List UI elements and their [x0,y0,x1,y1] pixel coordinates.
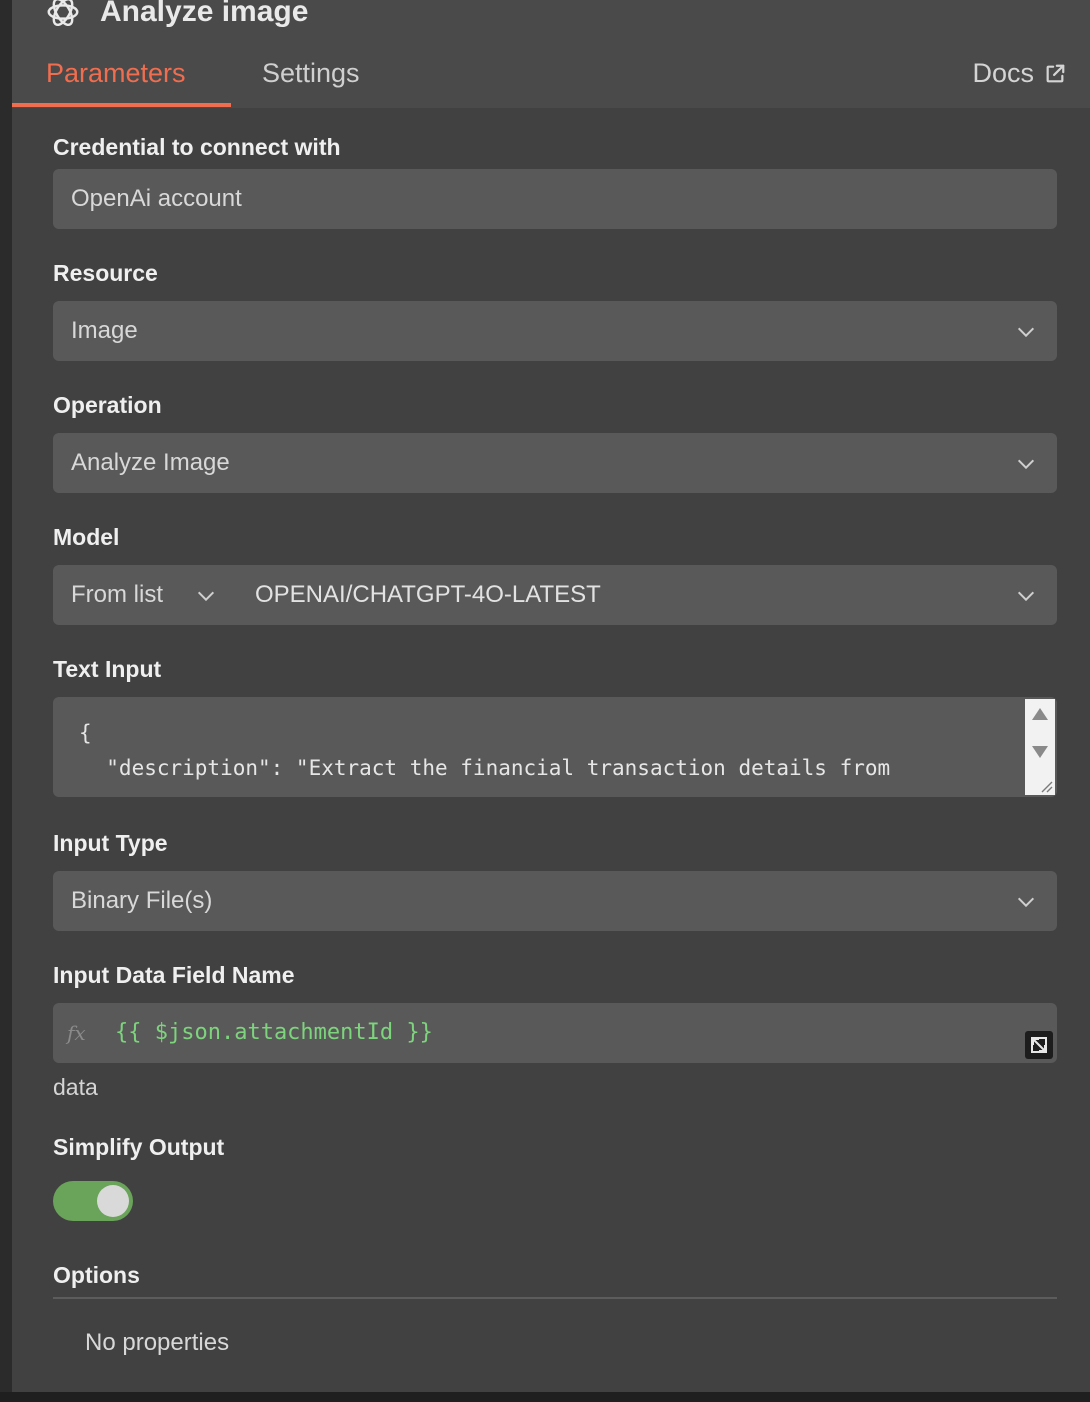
resource-select[interactable]: Image [53,301,1057,361]
credential-value: OpenAi account [71,185,242,212]
docs-link[interactable]: Docs [972,58,1066,89]
options-label: Options [53,1262,140,1288]
tab-parameters[interactable]: Parameters [46,58,186,89]
no-properties-text: No properties [85,1329,230,1356]
chevron-down-icon[interactable] [195,585,217,607]
code-line: { [79,721,92,745]
resource-label: Resource [53,260,158,286]
text-input-scrollbar[interactable] [1025,699,1055,795]
chevron-down-icon[interactable] [1015,585,1037,607]
expand-icon[interactable] [1025,1031,1053,1059]
tab-settings[interactable]: Settings [262,58,360,89]
operation-select[interactable]: Analyze Image [53,433,1057,493]
external-link-icon [1046,64,1065,82]
simplify-output-label: Simplify Output [53,1134,225,1160]
operation-value: Analyze Image [71,449,230,476]
active-tab-indicator [12,103,231,107]
chevron-down-icon [1017,327,1035,338]
input-type-label: Input Type [53,830,168,856]
code-line: "description": "Extract the financial tr… [81,756,891,780]
resource-value: Image [71,317,138,344]
credential-label: Credential to connect with [53,134,341,160]
input-data-field-expression[interactable]: fx {{ $json.attachmentId }} [53,1003,1057,1063]
bottom-strip [0,1392,1090,1402]
title-row: Analyze image [44,0,308,32]
input-data-field-label: Input Data Field Name [53,962,295,988]
toggle-knob [97,1185,129,1217]
simplify-output-toggle[interactable] [53,1181,133,1221]
input-type-select[interactable]: Binary File(s) [53,871,1057,931]
model-source-select[interactable]: From list [71,565,163,625]
model-field: From list OPENAI/CHATGPT-4O-LATEST [53,565,1057,625]
docs-label: Docs [972,58,1034,88]
fx-icon: fx [67,1021,86,1045]
node-title: Analyze image [100,0,309,28]
node-panel: Analyze image Parameters Settings Docs C… [12,0,1090,1392]
model-value-select[interactable]: OPENAI/CHATGPT-4O-LATEST [255,565,601,625]
scroll-up-icon[interactable] [1031,707,1049,721]
openai-logo-icon [47,0,79,27]
input-data-field-hint: data [53,1074,98,1100]
scroll-down-icon[interactable] [1031,745,1049,759]
chevron-down-icon [1017,459,1035,470]
input-type-value: Binary File(s) [71,887,213,914]
model-label: Model [53,524,120,550]
text-input-area[interactable]: { "description": "Extract the financial … [53,697,1057,797]
panel-header: Analyze image Parameters Settings Docs [12,0,1090,108]
resize-grip-icon[interactable] [1037,777,1053,793]
left-rail [0,0,12,1402]
expression-text: {{ $json.attachmentId }} [115,1020,433,1045]
text-input-label: Text Input [53,656,162,682]
credential-select[interactable]: OpenAi account [53,169,1057,229]
chevron-down-icon [1017,897,1035,908]
operation-label: Operation [53,392,162,418]
options-divider [53,1297,1057,1299]
